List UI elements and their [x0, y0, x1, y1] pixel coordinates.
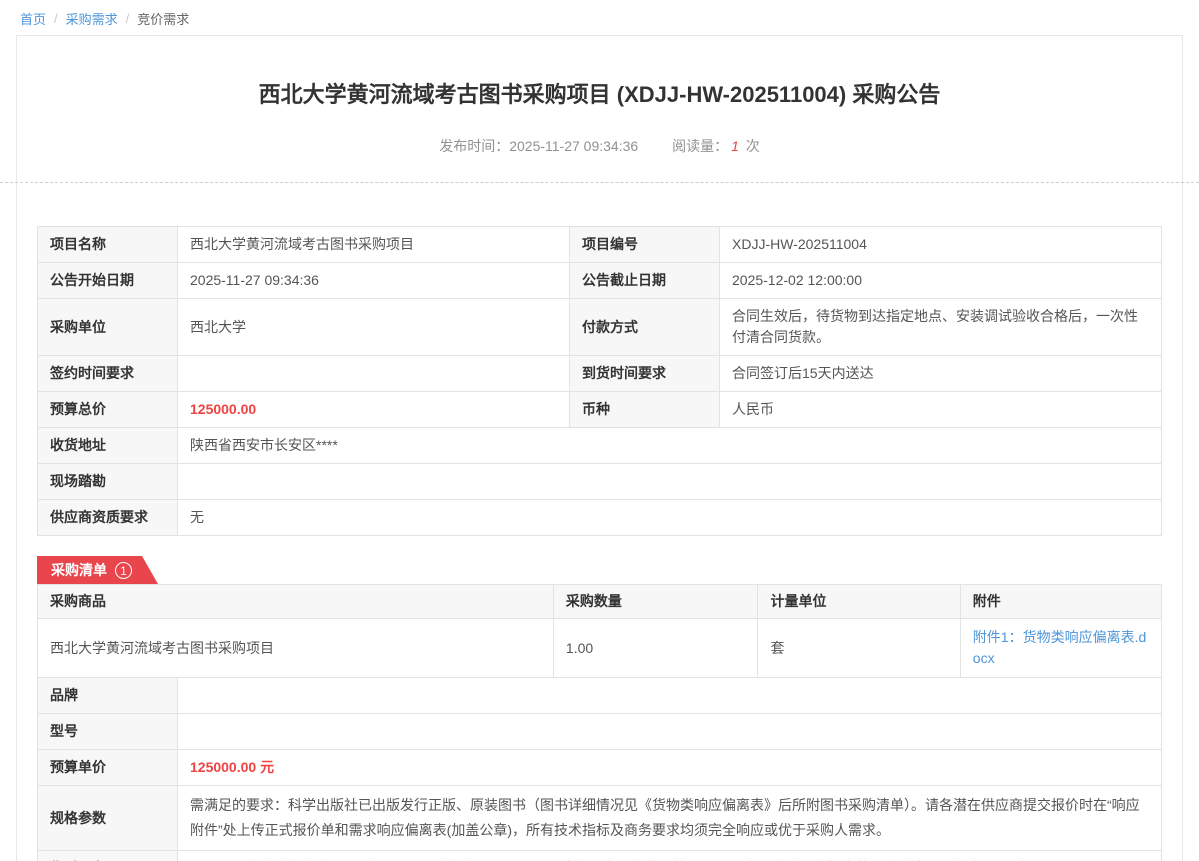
value-model	[178, 714, 1162, 750]
value-end-date: 2025-12-02 12:00:00	[720, 263, 1162, 299]
purchase-list-badge: 采购清单 1	[37, 556, 158, 584]
value-project-name: 西北大学黄河流域考古图书采购项目	[178, 227, 570, 263]
table-row: 西北大学黄河流域考古图书采购项目 1.00 套 附件1：货物类响应偏离表.doc…	[38, 619, 1162, 678]
value-unit-budget: 125000.00 元	[178, 750, 1162, 786]
publish-time-label: 发布时间：	[439, 138, 509, 154]
breadcrumb-current: 竞价需求	[137, 9, 189, 28]
publish-time-value: 2025-11-27 09:34:36	[509, 138, 638, 154]
table-row: 品牌	[38, 678, 1162, 714]
value-quantity: 1.00	[553, 619, 758, 678]
breadcrumb-home-link[interactable]: 首页	[20, 9, 46, 28]
table-row: 公告开始日期 2025-11-27 09:34:36 公告截止日期 2025-1…	[38, 263, 1162, 299]
value-specifications: 需满足的要求：科学出版社已出版发行正版、原装图书（图书详细情况见《货物类响应偏离…	[178, 786, 1162, 851]
table-row: 收货地址 陕西省西安市长安区****	[38, 428, 1162, 464]
table-row: 采购单位 西北大学 付款方式 合同生效后，待货物到达指定地点、安装调试验收合格后…	[38, 299, 1162, 356]
header-quantity: 采购数量	[553, 585, 758, 619]
value-delivery-address: 陕西省西安市长安区****	[178, 428, 1162, 464]
breadcrumb-procurement-link[interactable]: 采购需求	[66, 9, 118, 28]
header-product: 采购商品	[38, 585, 554, 619]
value-supplier-qualification: 无	[178, 500, 1162, 536]
breadcrumb: 首页 / 采购需求 / 竞价需求	[0, 0, 1199, 28]
purchase-list-badge-label: 采购清单	[51, 560, 107, 580]
purchase-list-table: 采购商品 采购数量 计量单位 附件 西北大学黄河流域考古图书采购项目 1.00 …	[37, 584, 1162, 678]
read-count-value: 1	[731, 138, 739, 154]
breadcrumb-separator: /	[54, 11, 58, 26]
label-total-budget: 预算总价	[38, 392, 178, 428]
table-header-row: 采购商品 采购数量 计量单位 附件	[38, 585, 1162, 619]
read-count-unit: 次	[746, 138, 760, 154]
purchase-list-count-badge: 1	[115, 562, 132, 579]
label-supplier-qualification: 供应商资质要求	[38, 500, 178, 536]
value-start-date: 2025-11-27 09:34:36	[178, 263, 570, 299]
label-specifications: 规格参数	[38, 786, 178, 851]
label-model: 型号	[38, 714, 178, 750]
value-delivery-time: 合同签订后15天内送达	[720, 356, 1162, 392]
page-title: 西北大学黄河流域考古图书采购项目 (XDJJ-HW-202511004) 采购公…	[17, 82, 1182, 108]
value-unit: 套	[758, 619, 960, 678]
label-site-survey: 现场踏勘	[38, 464, 178, 500]
table-row: 供应商资质要求 无	[38, 500, 1162, 536]
label-after-sales: 售后服务	[38, 851, 178, 861]
label-brand: 品牌	[38, 678, 178, 714]
project-info-table: 项目名称 西北大学黄河流域考古图书采购项目 项目编号 XDJJ-HW-20251…	[37, 226, 1162, 536]
table-row: 规格参数 需满足的要求：科学出版社已出版发行正版、原装图书（图书详细情况见《货物…	[38, 786, 1162, 851]
label-currency: 币种	[570, 392, 720, 428]
table-row: 项目名称 西北大学黄河流域考古图书采购项目 项目编号 XDJJ-HW-20251…	[38, 227, 1162, 263]
table-row: 型号	[38, 714, 1162, 750]
label-unit-budget: 预算单价	[38, 750, 178, 786]
value-sign-time	[178, 356, 570, 392]
announcement-card: 西北大学黄河流域考古图书采购项目 (XDJJ-HW-202511004) 采购公…	[16, 35, 1183, 861]
value-total-budget: 125000.00	[178, 392, 570, 428]
purchase-list-section-header: 采购清单 1	[37, 556, 1162, 584]
value-brand	[178, 678, 1162, 714]
table-row: 售后服务 质保期：自验收合格之日起1年。质保期内如有质量问题，供应商无条件免费更…	[38, 851, 1162, 861]
value-payment-method: 合同生效后，待货物到达指定地点、安装调试验收合格后，一次性付清合同货款。	[720, 299, 1162, 356]
label-start-date: 公告开始日期	[38, 263, 178, 299]
value-product-name: 西北大学黄河流域考古图书采购项目	[38, 619, 554, 678]
label-sign-time: 签约时间要求	[38, 356, 178, 392]
header-unit: 计量单位	[758, 585, 960, 619]
value-after-sales: 质保期：自验收合格之日起1年。质保期内如有质量问题，供应商无条件免费更换。质保期…	[178, 851, 1162, 861]
value-project-code: XDJJ-HW-202511004	[720, 227, 1162, 263]
attachment-link[interactable]: 附件1：货物类响应偏离表.docx	[973, 629, 1146, 666]
read-count-label: 阅读量：	[672, 138, 728, 154]
label-project-name: 项目名称	[38, 227, 178, 263]
table-row: 签约时间要求 到货时间要求 合同签订后15天内送达	[38, 356, 1162, 392]
table-row: 预算单价 125000.00 元	[38, 750, 1162, 786]
label-payment-method: 付款方式	[570, 299, 720, 356]
value-site-survey	[178, 464, 1162, 500]
item-detail-table: 品牌 型号 预算单价 125000.00 元 规格参数 需满足的要求：科学出版社…	[37, 677, 1162, 861]
label-project-code: 项目编号	[570, 227, 720, 263]
publish-time: 发布时间：2025-11-27 09:34:36	[439, 138, 638, 154]
publish-meta: 发布时间：2025-11-27 09:34:36 阅读量：1 次	[17, 136, 1182, 156]
label-purchaser: 采购单位	[38, 299, 178, 356]
label-end-date: 公告截止日期	[570, 263, 720, 299]
dashed-divider	[0, 182, 1199, 183]
header-attachment: 附件	[960, 585, 1161, 619]
label-delivery-address: 收货地址	[38, 428, 178, 464]
label-delivery-time: 到货时间要求	[570, 356, 720, 392]
value-currency: 人民币	[720, 392, 1162, 428]
table-row: 预算总价 125000.00 币种 人民币	[38, 392, 1162, 428]
attachment-cell: 附件1：货物类响应偏离表.docx	[960, 619, 1161, 678]
value-purchaser: 西北大学	[178, 299, 570, 356]
breadcrumb-separator: /	[126, 11, 130, 26]
read-count: 阅读量：1 次	[672, 138, 760, 154]
table-row: 现场踏勘	[38, 464, 1162, 500]
